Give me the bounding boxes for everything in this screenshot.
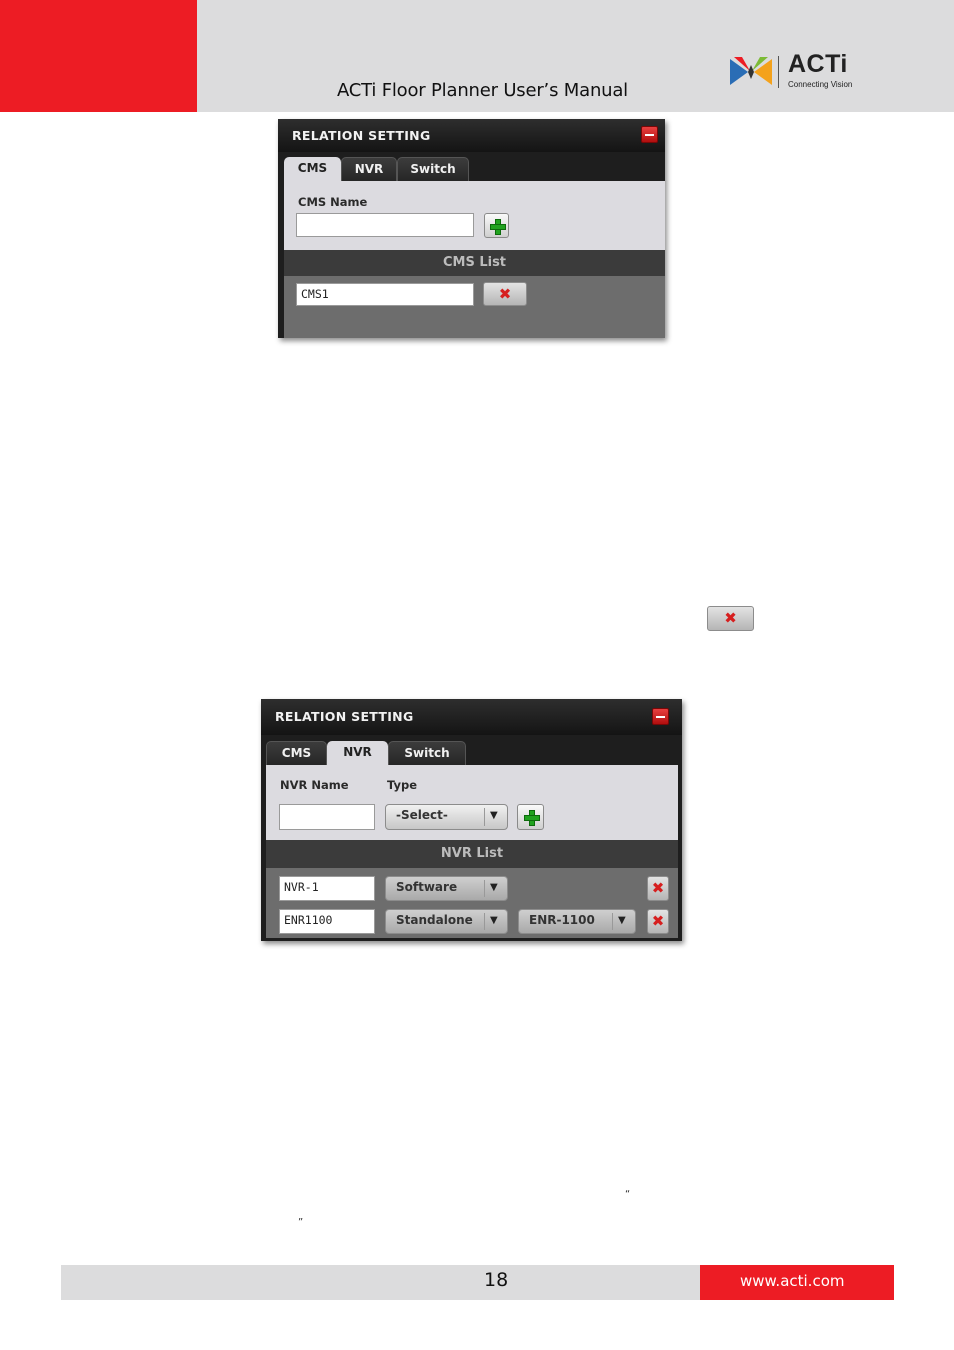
cms-list-title: CMS List [442, 255, 507, 270]
footer-bar [61, 1265, 700, 1300]
delete-x-icon: ✖ [651, 879, 665, 897]
nvr-item-type-value: Standalone [396, 913, 473, 927]
cms-form-area: CMS Name [284, 181, 665, 250]
cms-name-input[interactable] [296, 213, 474, 237]
delete-nvr-button[interactable]: ✖ [647, 876, 669, 901]
chevron-down-icon: ▼ [490, 915, 498, 926]
nvr-list-title: NVR List [440, 846, 504, 861]
page-number: 18 [484, 1269, 509, 1291]
close-quote: ” [298, 1217, 304, 1228]
type-select-value: -Select- [396, 808, 448, 822]
nvr-item-type-select[interactable]: Software ▼ [385, 876, 508, 901]
tab-nvr[interactable]: NVR [327, 741, 388, 765]
minimize-button[interactable] [641, 126, 658, 143]
logo-separator [778, 56, 779, 88]
select-divider [484, 880, 485, 897]
delete-cms-button[interactable]: ✖ [483, 282, 527, 306]
header-red-block [0, 0, 197, 112]
logo-tagline: Connecting Vision [788, 80, 853, 89]
add-cms-button[interactable] [484, 213, 509, 238]
tab-switch[interactable]: Switch [388, 741, 466, 765]
nvr-item-type-value: Software [396, 880, 458, 894]
nvr-form-area: NVR Name Type -Select- ▼ [266, 765, 678, 840]
tab-cms[interactable]: CMS [266, 741, 327, 765]
nvr-relation-panel: RELATION SETTING CMS NVR Switch NVR Name… [261, 699, 682, 941]
cms-item-name[interactable]: CMS1 [296, 283, 474, 306]
nvr-item-name[interactable]: ENR1100 [279, 909, 375, 934]
delete-x-icon: ✖ [498, 285, 512, 303]
tab-switch[interactable]: Switch [397, 157, 469, 181]
delete-x-icon: ✖ [707, 606, 754, 631]
nvr-name-input[interactable] [279, 804, 375, 830]
nvr-item-type-select[interactable]: Standalone ▼ [385, 909, 508, 934]
open-quote: “ [625, 1189, 631, 1200]
tab-cms[interactable]: CMS [284, 157, 341, 181]
chevron-down-icon: ▼ [490, 882, 498, 893]
website-link[interactable]: www.acti.com [740, 1272, 845, 1290]
nvr-item-name[interactable]: NVR-1 [279, 876, 375, 901]
chevron-down-icon: ▼ [490, 810, 498, 821]
nvr-list-header: NVR List [266, 840, 678, 868]
manual-title: ACTi Floor Planner User’s Manual [337, 80, 628, 101]
chevron-down-icon: ▼ [618, 915, 626, 926]
nvr-list: NVR-1 Software ▼ ✖ ENR1100 Standalone ▼ … [266, 868, 678, 938]
tab-nvr[interactable]: NVR [341, 157, 397, 181]
nvr-item-model-value: ENR-1100 [529, 913, 595, 927]
cms-name-label: CMS Name [298, 195, 368, 209]
select-divider [484, 808, 485, 826]
logo-wordmark: ACTi [788, 50, 848, 78]
panel-title: RELATION SETTING [275, 709, 414, 724]
select-divider [484, 913, 485, 930]
acti-logo: ACTi Connecting Vision [728, 50, 868, 92]
select-divider [612, 913, 613, 930]
cms-list: CMS1 ✖ [284, 276, 665, 338]
delete-nvr-button[interactable]: ✖ [647, 909, 669, 934]
plus-icon [523, 810, 540, 826]
add-nvr-button[interactable] [517, 804, 544, 830]
panel-title-bar: RELATION SETTING [278, 119, 665, 152]
panel-title: RELATION SETTING [292, 128, 431, 143]
panel-title-bar: RELATION SETTING [261, 699, 682, 735]
type-label: Type [387, 778, 418, 792]
type-select[interactable]: -Select- ▼ [385, 804, 508, 830]
cms-relation-panel: RELATION SETTING CMS NVR Switch CMS Name… [278, 119, 665, 338]
nvr-item-model-select[interactable]: ENR-1100 ▼ [518, 909, 636, 934]
delete-x-icon: ✖ [651, 912, 665, 930]
plus-icon [489, 218, 506, 235]
butterfly-logo-icon [730, 57, 772, 85]
minimize-button[interactable] [652, 708, 669, 725]
nvr-name-label: NVR Name [280, 778, 349, 792]
cms-list-header: CMS List [284, 250, 665, 276]
